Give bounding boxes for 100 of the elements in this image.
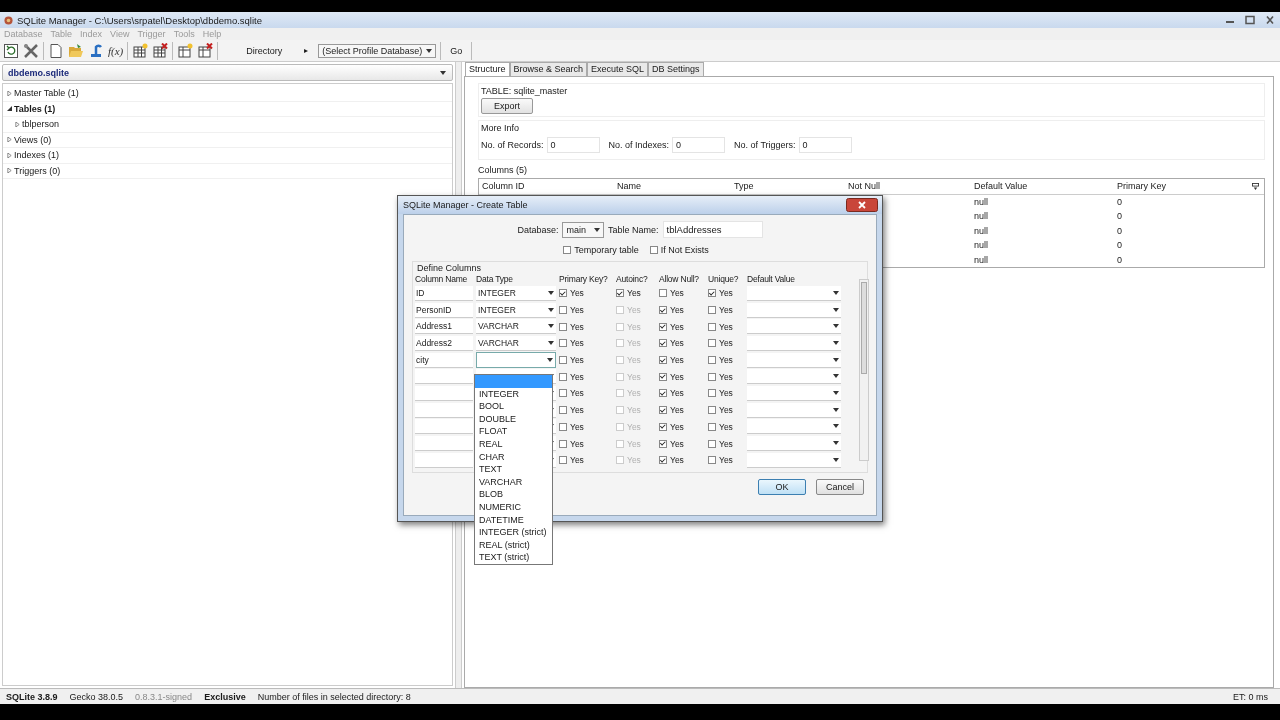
tab[interactable]: Execute SQL bbox=[587, 62, 649, 76]
maximize-icon[interactable] bbox=[1244, 15, 1256, 25]
checkbox[interactable] bbox=[708, 422, 716, 431]
tab[interactable]: Structure bbox=[465, 62, 510, 76]
checkbox[interactable] bbox=[659, 372, 667, 381]
close-button[interactable] bbox=[846, 198, 878, 212]
checkbox-label[interactable]: Yes bbox=[570, 305, 584, 316]
checkbox-label[interactable]: Yes bbox=[670, 438, 684, 449]
checkbox-label[interactable]: Yes bbox=[670, 338, 684, 349]
checkbox[interactable] bbox=[708, 456, 716, 465]
column-name-field[interactable]: PersonID bbox=[415, 302, 473, 318]
checkbox[interactable] bbox=[616, 289, 624, 298]
column-name-field[interactable] bbox=[415, 436, 473, 452]
collapsed-icon[interactable] bbox=[15, 121, 20, 127]
profile-select[interactable]: (Select Profile Database) bbox=[318, 43, 437, 58]
column-header[interactable]: Type bbox=[731, 181, 845, 192]
checkbox[interactable] bbox=[659, 289, 667, 298]
checkbox-label[interactable]: Yes bbox=[719, 455, 733, 466]
dropdown-option[interactable]: DOUBLE bbox=[475, 412, 552, 426]
database-select[interactable]: main bbox=[562, 221, 604, 238]
function-button[interactable]: f(x) bbox=[108, 44, 124, 57]
dropdown-option[interactable]: TEXT (strict) bbox=[475, 551, 552, 564]
dropdown-option[interactable]: TEXT bbox=[475, 463, 552, 476]
data-type-select[interactable]: VARCHAR bbox=[476, 319, 556, 335]
new-table-icon[interactable] bbox=[132, 42, 149, 59]
checkbox[interactable] bbox=[559, 456, 567, 465]
collapsed-icon[interactable] bbox=[7, 168, 12, 174]
dropdown-option[interactable]: DATETIME bbox=[475, 513, 552, 527]
checkbox-label[interactable]: Yes bbox=[570, 455, 584, 466]
checkbox[interactable] bbox=[708, 406, 716, 415]
go-button[interactable]: Go bbox=[445, 45, 468, 56]
value-field[interactable]: 0 bbox=[546, 137, 600, 153]
column-name-field[interactable] bbox=[415, 402, 473, 418]
data-type-select[interactable]: VARCHAR bbox=[476, 335, 556, 351]
delete-table-icon[interactable] bbox=[152, 42, 169, 59]
checkbox[interactable] bbox=[559, 406, 567, 415]
checkbox[interactable] bbox=[659, 389, 667, 398]
checkbox-label[interactable]: Yes bbox=[719, 438, 733, 449]
column-name-field[interactable] bbox=[415, 369, 473, 385]
checkbox-label[interactable]: Yes bbox=[719, 338, 733, 349]
close-icon[interactable] bbox=[1264, 15, 1276, 25]
column-header[interactable]: Default Value bbox=[971, 181, 1114, 192]
checkbox-label[interactable]: Yes bbox=[570, 421, 584, 432]
checkbox-label[interactable]: Yes bbox=[570, 321, 584, 332]
checkbox-label[interactable]: Yes bbox=[670, 405, 684, 416]
checkbox-label[interactable]: Yes bbox=[670, 455, 684, 466]
value-field[interactable]: 0 bbox=[672, 137, 726, 153]
tree-item[interactable]: Views (0) bbox=[3, 132, 453, 148]
database-select[interactable]: dbdemo.sqlite bbox=[2, 64, 454, 81]
checkbox[interactable] bbox=[659, 339, 667, 348]
checkbox[interactable] bbox=[708, 439, 716, 448]
checkbox-label[interactable]: Yes bbox=[670, 371, 684, 382]
collapsed-icon[interactable] bbox=[7, 90, 12, 96]
checkbox[interactable] bbox=[659, 322, 667, 331]
refresh-icon[interactable] bbox=[3, 42, 19, 59]
tree-item[interactable]: Tables (1) bbox=[3, 101, 453, 117]
column-name-field[interactable]: city bbox=[415, 352, 473, 368]
column-header[interactable]: Column ID bbox=[479, 181, 614, 192]
column-name-field[interactable] bbox=[415, 452, 473, 468]
checkbox-label[interactable]: Yes bbox=[570, 371, 584, 382]
data-type-select[interactable] bbox=[476, 352, 556, 369]
checkbox[interactable] bbox=[563, 246, 572, 254]
checkbox[interactable] bbox=[559, 439, 567, 448]
data-type-select[interactable]: INTEGER bbox=[476, 302, 556, 318]
column-name-field[interactable] bbox=[415, 419, 473, 435]
checkbox-label[interactable]: Yes bbox=[670, 421, 684, 432]
dropdown-option[interactable]: INTEGER bbox=[475, 387, 552, 401]
dialog-button[interactable]: Cancel bbox=[816, 479, 864, 495]
dialog-button[interactable]: OK bbox=[758, 479, 806, 495]
checkbox[interactable] bbox=[649, 246, 658, 254]
delete-index-icon[interactable] bbox=[197, 42, 214, 59]
tab[interactable]: DB Settings bbox=[648, 62, 704, 76]
tree-item[interactable]: Master Table (1) bbox=[3, 86, 453, 102]
checkbox[interactable] bbox=[659, 406, 667, 415]
expanded-icon[interactable] bbox=[7, 106, 12, 112]
checkbox-label[interactable]: Yes bbox=[719, 388, 733, 399]
connect-icon[interactable] bbox=[88, 42, 104, 59]
directory-arrow[interactable]: ▸ bbox=[304, 46, 309, 55]
dropdown-option[interactable]: NUMERIC bbox=[475, 500, 552, 514]
checkbox-label[interactable]: Yes bbox=[670, 321, 684, 332]
checkbox[interactable] bbox=[708, 389, 716, 398]
checkbox[interactable] bbox=[708, 306, 716, 315]
column-name-field[interactable]: ID bbox=[415, 285, 473, 301]
dropdown-option[interactable]: REAL bbox=[475, 437, 552, 451]
checkbox-label[interactable]: Yes bbox=[719, 371, 733, 382]
checkbox[interactable] bbox=[659, 422, 667, 431]
checkbox[interactable] bbox=[708, 372, 716, 381]
checkbox[interactable] bbox=[708, 339, 716, 348]
checkbox[interactable] bbox=[559, 389, 567, 398]
checkbox-label[interactable]: Yes bbox=[719, 305, 733, 316]
column-header[interactable]: Name bbox=[614, 181, 731, 192]
checkbox[interactable] bbox=[708, 356, 716, 365]
checkbox-label[interactable]: Yes bbox=[719, 421, 733, 432]
checkbox-label[interactable]: Yes bbox=[570, 405, 584, 416]
checkbox-label[interactable]: Yes bbox=[719, 355, 733, 366]
checkbox[interactable] bbox=[559, 289, 567, 298]
dropdown-option[interactable]: REAL (strict) bbox=[475, 538, 552, 552]
value-field[interactable]: 0 bbox=[798, 137, 852, 153]
checkbox-label[interactable]: Yes bbox=[570, 338, 584, 349]
checkbox-label[interactable]: If Not Exists bbox=[660, 245, 709, 255]
